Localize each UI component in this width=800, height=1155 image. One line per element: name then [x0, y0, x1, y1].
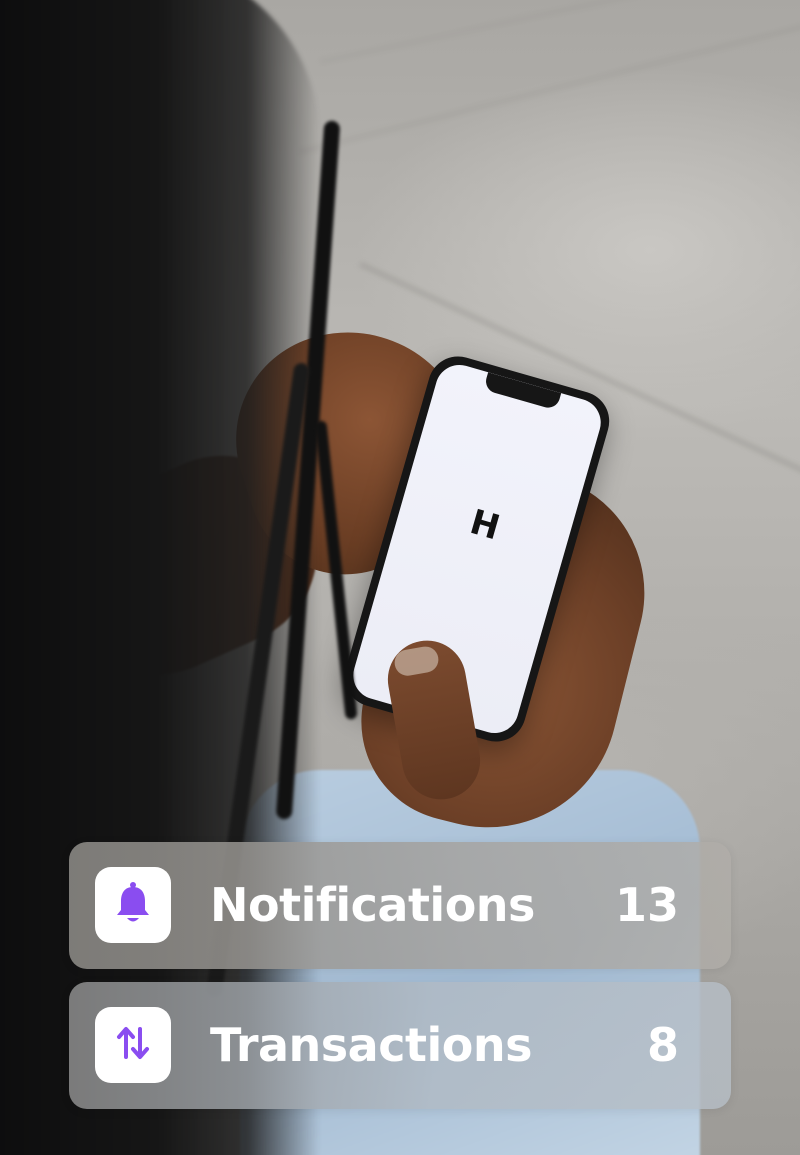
transfer-arrows-icon: [113, 1021, 153, 1069]
notifications-count: 13: [614, 878, 679, 932]
transactions-icon-tile: [95, 1007, 171, 1083]
notifications-label: Notifications: [210, 878, 535, 932]
notifications-icon-tile: [95, 867, 171, 943]
notifications-card[interactable]: Notifications 13: [69, 842, 731, 969]
transactions-card[interactable]: Transactions 8: [69, 982, 731, 1109]
transactions-label: Transactions: [210, 1018, 532, 1072]
transactions-count: 8: [646, 1018, 679, 1072]
pavement-line: [299, 4, 800, 154]
app-logo: H: [465, 502, 503, 548]
phone-notch: [483, 372, 562, 411]
photo-background: H Notifications 13 Transactions 8: [0, 0, 800, 1155]
bell-icon: [113, 881, 153, 929]
pavement-line: [319, 0, 800, 64]
